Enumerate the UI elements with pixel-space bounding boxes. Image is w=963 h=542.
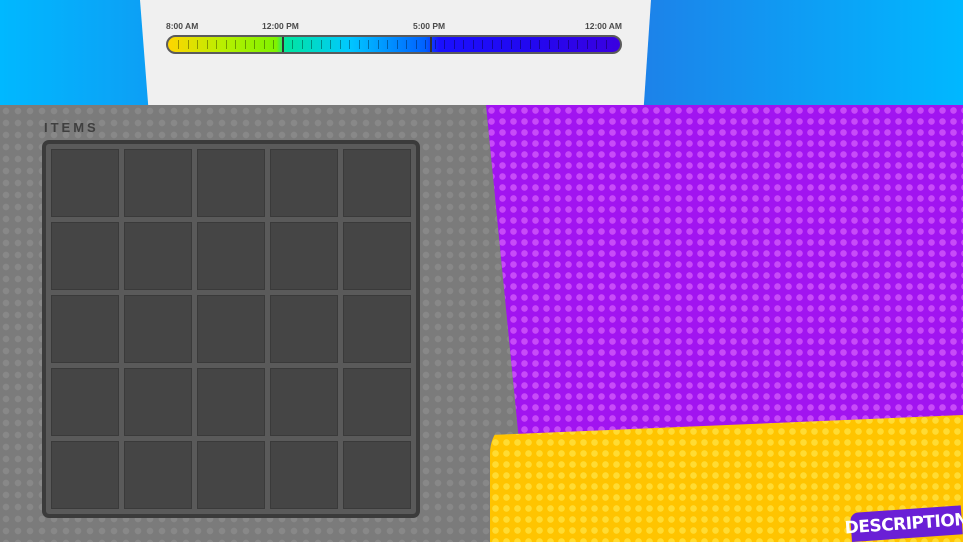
- inventory-slot[interactable]: [343, 368, 411, 436]
- time-label-start: 8:00 AM: [166, 21, 199, 31]
- inventory-slot[interactable]: [197, 222, 265, 290]
- time-tick: [596, 40, 597, 49]
- time-tick: [444, 40, 445, 49]
- inventory-slot[interactable]: [51, 368, 119, 436]
- time-tick: [577, 40, 578, 49]
- time-tick: [586, 40, 588, 49]
- inventory-grid: [42, 140, 420, 518]
- time-tick: [520, 40, 521, 49]
- inventory-slot[interactable]: [51, 222, 119, 290]
- time-tick: [558, 40, 559, 49]
- time-tick: [434, 40, 436, 49]
- time-marker: [282, 37, 284, 52]
- time-tick: [605, 40, 607, 49]
- time-tick: [358, 40, 360, 49]
- time-tick: [339, 40, 341, 49]
- time-tick: [368, 40, 369, 49]
- time-tick: [472, 40, 474, 49]
- time-tick: [273, 40, 274, 49]
- time-tick: [387, 40, 388, 49]
- inventory-slot[interactable]: [124, 295, 192, 363]
- inventory-slot[interactable]: [124, 368, 192, 436]
- time-tick: [491, 40, 493, 49]
- inventory-slot[interactable]: [197, 149, 265, 217]
- inventory-slot[interactable]: [343, 441, 411, 509]
- inventory-slot[interactable]: [270, 222, 338, 290]
- inventory-slot[interactable]: [270, 149, 338, 217]
- inventory-slot[interactable]: [51, 295, 119, 363]
- time-tick: [311, 40, 312, 49]
- inventory-slot[interactable]: [270, 295, 338, 363]
- time-tick: [396, 40, 398, 49]
- inventory-slot[interactable]: [124, 441, 192, 509]
- inventory-slot[interactable]: [197, 441, 265, 509]
- time-tick: [301, 40, 303, 49]
- time-of-day-bar: [166, 35, 622, 54]
- time-tick: [263, 40, 265, 49]
- inventory-slot[interactable]: [197, 295, 265, 363]
- time-tick: [235, 40, 236, 49]
- inventory-slot[interactable]: [343, 222, 411, 290]
- time-tick: [225, 40, 227, 49]
- time-tick: [292, 40, 293, 49]
- time-tick: [377, 40, 379, 49]
- inventory-slot[interactable]: [124, 222, 192, 290]
- inventory-slot[interactable]: [343, 149, 411, 217]
- inventory-slot[interactable]: [197, 368, 265, 436]
- time-tick: [254, 40, 255, 49]
- inventory-slot[interactable]: [124, 149, 192, 217]
- time-tick: [406, 40, 407, 49]
- time-tick: [187, 40, 189, 49]
- time-tick: [501, 40, 502, 49]
- time-tick: [330, 40, 331, 49]
- inventory-slot[interactable]: [51, 149, 119, 217]
- inventory-slot[interactable]: [270, 441, 338, 509]
- time-tick: [425, 40, 426, 49]
- inventory-slot[interactable]: [270, 368, 338, 436]
- inventory-slot[interactable]: [343, 295, 411, 363]
- time-marker: [430, 37, 432, 52]
- time-tick: [216, 40, 217, 49]
- time-tick: [567, 40, 569, 49]
- time-tick: [539, 40, 540, 49]
- time-label-evening: 5:00 PM: [413, 21, 446, 31]
- time-tick: [197, 40, 198, 49]
- time-tick: [349, 40, 350, 49]
- time-tick: [482, 40, 483, 49]
- time-label-noon: 12:00 PM: [262, 21, 299, 31]
- time-tick: [206, 40, 208, 49]
- items-title: ITEMS: [44, 120, 99, 135]
- time-tick: [529, 40, 531, 49]
- time-tick: [463, 40, 464, 49]
- time-tick: [415, 40, 417, 49]
- inventory-slot[interactable]: [51, 441, 119, 509]
- time-tick: [510, 40, 512, 49]
- time-tick: [548, 40, 550, 49]
- time-tick: [453, 40, 455, 49]
- time-tick: [320, 40, 322, 49]
- time-tick: [178, 40, 179, 49]
- time-label-midnight: 12:00 AM: [585, 21, 623, 31]
- time-tick: [244, 40, 246, 49]
